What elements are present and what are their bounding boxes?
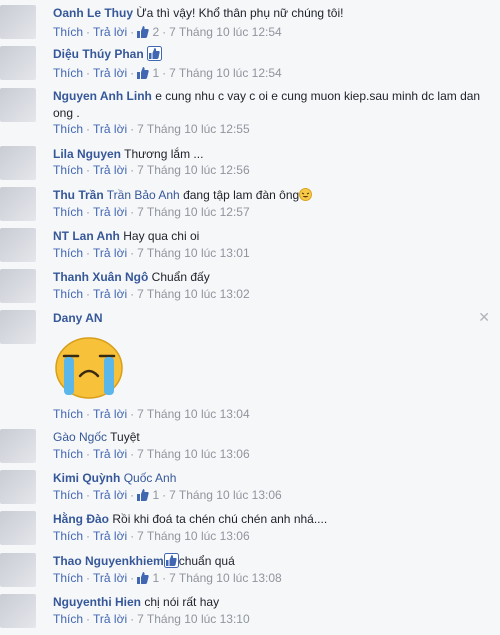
- commenter-name[interactable]: Gào Ngốc: [53, 430, 107, 444]
- reply-button[interactable]: Trả lời: [93, 612, 127, 626]
- comment-text: Tuyệt: [110, 430, 140, 444]
- avatar[interactable]: [0, 429, 36, 463]
- timestamp[interactable]: 7 Tháng 10 lúc 13:06: [169, 488, 282, 502]
- timestamp[interactable]: 7 Tháng 10 lúc 13:06: [137, 447, 250, 461]
- like-button[interactable]: Thích: [53, 571, 83, 585]
- like-count[interactable]: 1: [137, 488, 159, 502]
- like-button[interactable]: Thích: [53, 447, 83, 461]
- like-button[interactable]: Thích: [53, 66, 83, 80]
- timestamp[interactable]: 7 Tháng 10 lúc 13:04: [137, 407, 250, 421]
- avatar[interactable]: [0, 187, 36, 221]
- like-button[interactable]: Thích: [53, 407, 83, 421]
- avatar[interactable]: [0, 46, 36, 80]
- avatar[interactable]: [0, 511, 36, 545]
- timestamp[interactable]: 7 Tháng 10 lúc 13:02: [137, 287, 250, 301]
- comment-text: Rồi khi đoá ta chén chú chén anh nhá....: [112, 512, 328, 526]
- commenter-name[interactable]: Oanh Le Thuy: [53, 6, 133, 20]
- commenter-name[interactable]: Thanh Xuân Ngô: [53, 270, 148, 284]
- like-button[interactable]: Thích: [53, 287, 83, 301]
- reply-button[interactable]: Trả lời: [93, 122, 127, 136]
- tagged-user[interactable]: Quốc Anh: [124, 471, 177, 485]
- commenter-name[interactable]: Hằng Đào: [53, 512, 109, 526]
- comment-text: chị nói rất hay: [144, 595, 220, 609]
- crying-sticker-icon[interactable]: [54, 334, 124, 400]
- avatar[interactable]: [0, 470, 36, 504]
- avatar[interactable]: [0, 228, 36, 262]
- reply-button[interactable]: Trả lời: [93, 287, 127, 301]
- comment-text: chuẩn quá: [178, 554, 235, 568]
- commenter-name[interactable]: Nguyen Anh Linh: [53, 89, 152, 103]
- avatar[interactable]: [0, 5, 36, 39]
- commenter-name[interactable]: Kimi Quỳnh: [53, 471, 120, 485]
- reply-button[interactable]: Trả lời: [93, 25, 127, 39]
- comment-text: Chuẩn đấy: [151, 270, 210, 284]
- reply-button[interactable]: Trả lời: [93, 529, 127, 543]
- timestamp[interactable]: 7 Tháng 10 lúc 13:08: [169, 571, 282, 585]
- avatar[interactable]: [0, 310, 36, 344]
- reply-button[interactable]: Trả lời: [93, 407, 127, 421]
- timestamp[interactable]: 7 Tháng 10 lúc 12:55: [137, 122, 250, 136]
- timestamp[interactable]: 7 Tháng 10 lúc 12:54: [169, 25, 282, 39]
- reply-button[interactable]: Trả lời: [93, 163, 127, 177]
- commenter-name[interactable]: NT Lan Anh: [53, 229, 120, 243]
- like-button[interactable]: Thích: [53, 205, 83, 219]
- commenter-name[interactable]: Thu Trần: [53, 188, 104, 202]
- tagged-user[interactable]: Trần Bảo Anh: [107, 188, 180, 202]
- like-button[interactable]: Thích: [53, 122, 83, 136]
- avatar[interactable]: [0, 269, 36, 303]
- avatar[interactable]: [0, 88, 36, 122]
- reply-button[interactable]: Trả lời: [93, 488, 127, 502]
- thumbs-up-icon: [137, 26, 149, 38]
- reply-button[interactable]: Trả lời: [93, 571, 127, 585]
- like-button[interactable]: Thích: [53, 612, 83, 626]
- thumbs-up-badge-icon: [147, 46, 163, 61]
- like-button[interactable]: Thích: [53, 529, 83, 543]
- comment-text: Ừa thì vậy! Khổ thân phụ nữ chúng tôi!: [136, 6, 344, 20]
- timestamp[interactable]: 7 Tháng 10 lúc 13:10: [137, 612, 250, 626]
- commenter-name[interactable]: Thao Nguyenkhiem: [53, 554, 164, 568]
- avatar[interactable]: [0, 146, 36, 180]
- timestamp[interactable]: 7 Tháng 10 lúc 13:06: [137, 529, 250, 543]
- comment-text: Thương lắm ...: [124, 147, 204, 161]
- reply-button[interactable]: Trả lời: [93, 447, 127, 461]
- thumbs-up-icon: [137, 489, 149, 501]
- like-count[interactable]: 2: [137, 25, 159, 39]
- commenter-name[interactable]: Nguyenthi Hien: [53, 595, 141, 609]
- like-count[interactable]: 1: [137, 571, 159, 585]
- commenter-name[interactable]: Diệu Thúy Phan: [53, 47, 144, 61]
- like-button[interactable]: Thích: [53, 25, 83, 39]
- comment-text: Hay qua chi oi: [123, 229, 200, 243]
- reply-button[interactable]: Trả lời: [93, 205, 127, 219]
- commenter-name[interactable]: Dany AN: [53, 311, 103, 325]
- commenter-name[interactable]: Lila Nguyen: [53, 147, 121, 161]
- laughing-emoji-icon: [299, 188, 313, 201]
- reply-button[interactable]: Trả lời: [93, 246, 127, 260]
- close-icon[interactable]: ✕: [478, 309, 490, 326]
- timestamp[interactable]: 7 Tháng 10 lúc 12:57: [137, 205, 250, 219]
- like-count[interactable]: 1: [137, 66, 159, 80]
- timestamp[interactable]: 7 Tháng 10 lúc 13:01: [137, 246, 250, 260]
- thumbs-up-icon: [137, 572, 149, 584]
- like-button[interactable]: Thích: [53, 488, 83, 502]
- like-button[interactable]: Thích: [53, 246, 83, 260]
- timestamp[interactable]: 7 Tháng 10 lúc 12:54: [169, 66, 282, 80]
- avatar[interactable]: [0, 594, 36, 628]
- timestamp[interactable]: 7 Tháng 10 lúc 12:56: [137, 163, 250, 177]
- like-button[interactable]: Thích: [53, 163, 83, 177]
- reply-button[interactable]: Trả lời: [93, 66, 127, 80]
- thumbs-up-icon: [137, 67, 149, 79]
- avatar[interactable]: [0, 553, 36, 587]
- comment-text: đang tập lam đàn ông: [183, 188, 300, 202]
- thumbs-up-badge-icon: [163, 553, 179, 568]
